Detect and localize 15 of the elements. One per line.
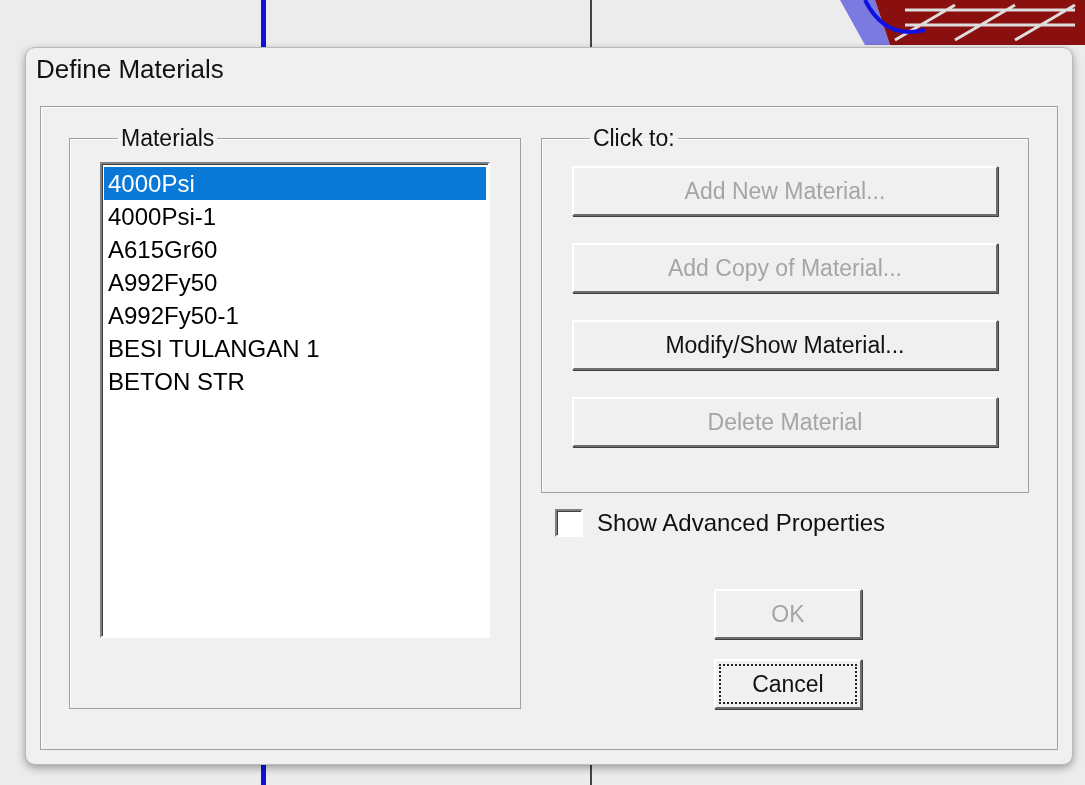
- window-title: Define Materials: [35, 53, 225, 86]
- list-item[interactable]: A615Gr60: [104, 233, 486, 266]
- group-label: Materials: [120, 125, 216, 152]
- dialog-button[interactable]: Cancel: [713, 659, 862, 709]
- materials-list[interactable]: 4000Psi 4000Psi-1 A615Gr60 A992Fy50 A992Fy50-1 BESI TULANGAN 1 BETON STR: [100, 162, 490, 638]
- list-item[interactable]: BETON STR: [104, 365, 486, 398]
- list-item[interactable]: 4000Psi: [104, 167, 486, 200]
- list-item[interactable]: 4000Psi-1: [104, 200, 486, 233]
- checkbox-label: Show Advanced Properties: [596, 509, 886, 537]
- group-label: Click to:: [591, 125, 676, 152]
- list-item[interactable]: A992Fy50: [104, 266, 486, 299]
- material-action-button[interactable]: Modify/Show Material...: [571, 320, 998, 370]
- list-item[interactable]: A992Fy50-1: [104, 299, 486, 332]
- list-item[interactable]: BESI TULANGAN 1: [104, 332, 486, 365]
- checkbox[interactable]: [554, 509, 583, 537]
